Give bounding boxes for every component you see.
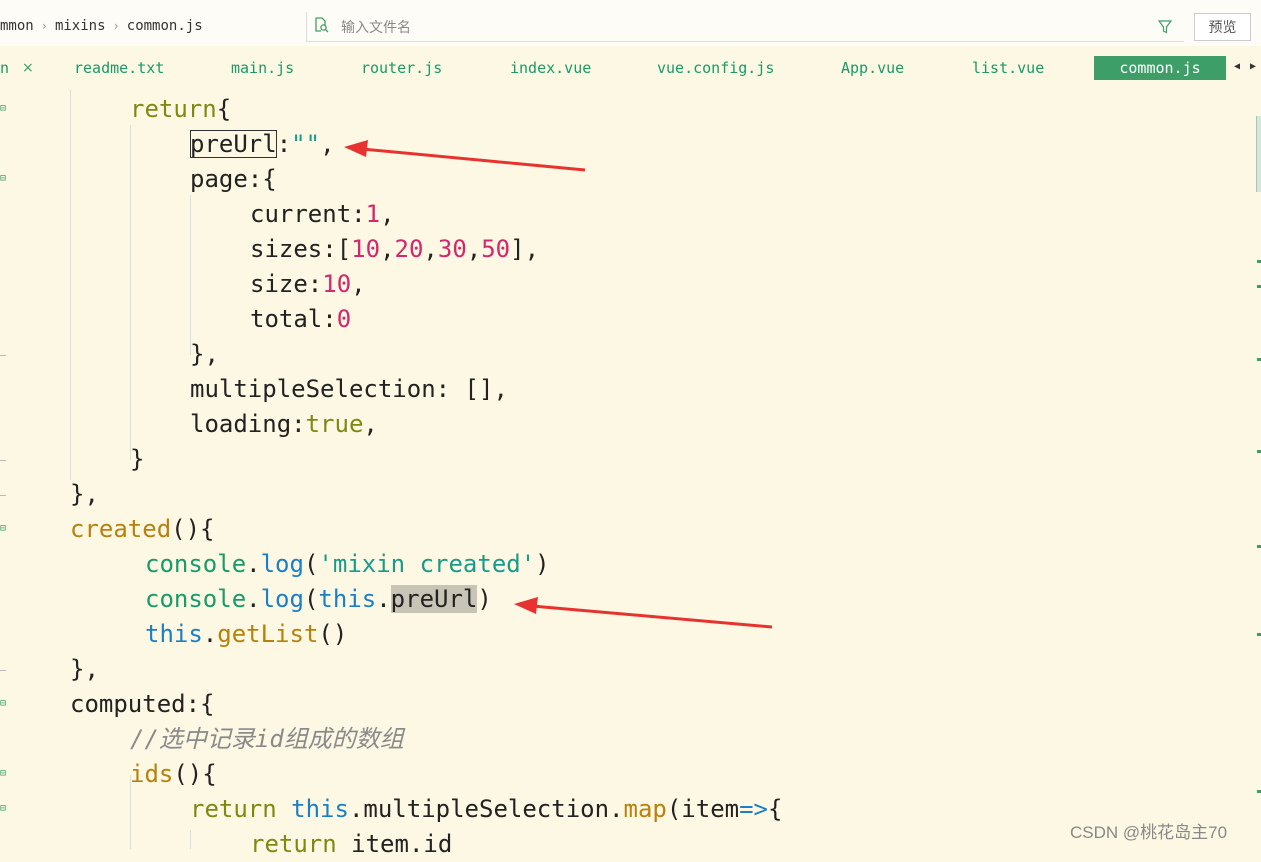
annotation-arrow (514, 597, 773, 629)
watermark: CSDN @桃花岛主70 (1070, 823, 1228, 842)
annotation-arrows (344, 140, 773, 629)
annotation-arrow (344, 140, 586, 172)
